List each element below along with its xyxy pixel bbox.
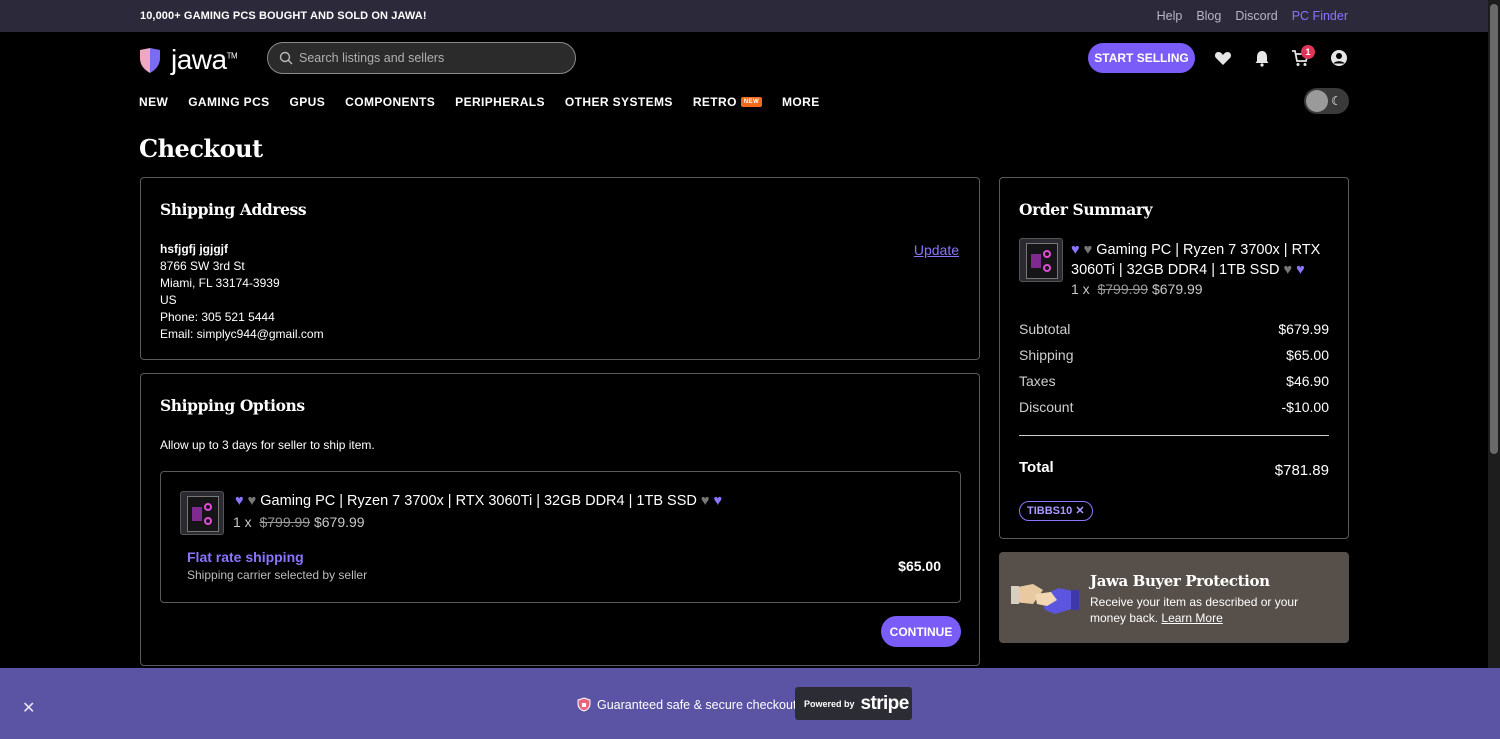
address-street: 8766 SW 3rd St bbox=[160, 259, 245, 273]
total-row: Total $781.89 bbox=[1019, 459, 1329, 479]
page-title: Checkout bbox=[139, 134, 263, 163]
jawa-logo[interactable]: jawaTM bbox=[139, 44, 238, 76]
logo-wordmark: jawaTM bbox=[171, 44, 238, 75]
shipping-address-title: Shipping Address bbox=[160, 200, 307, 219]
pc-finder-link[interactable]: PC Finder bbox=[1292, 9, 1348, 23]
shipping-method-subtitle: Shipping carrier selected by seller bbox=[187, 568, 368, 582]
bell-icon[interactable] bbox=[1253, 49, 1271, 67]
promo-text: 10,000+ GAMING PCS BOUGHT AND SOLD ON JA… bbox=[140, 10, 427, 22]
buyer-protection-text: Receive your item as described or your m… bbox=[1090, 595, 1299, 625]
shield-logo-icon bbox=[140, 47, 160, 73]
start-selling-button[interactable]: START SELLING bbox=[1088, 43, 1195, 73]
shipping-options-card: Shipping Options Allow up to 3 days for … bbox=[140, 373, 980, 666]
buyer-protection-title: Jawa Buyer Protection bbox=[1090, 572, 1270, 590]
purple-heart-icon: ♥ bbox=[1071, 242, 1080, 258]
secure-checkout: Guaranteed safe & secure checkout bbox=[577, 697, 796, 712]
purple-heart-icon: ♥ bbox=[713, 493, 723, 509]
gray-heart-icon: ♥ bbox=[1283, 262, 1293, 278]
order-summary-title: Order Summary bbox=[1019, 200, 1153, 219]
taxes-row: Taxes $46.90 bbox=[1019, 373, 1329, 389]
shipping-row: Shipping $65.00 bbox=[1019, 347, 1329, 363]
coupon-chip[interactable]: TIBBS10 ✕ bbox=[1019, 501, 1093, 521]
gray-heart-icon: ♥ bbox=[1083, 242, 1093, 258]
subtotal-row: Subtotal $679.99 bbox=[1019, 321, 1329, 337]
cart-count-badge: 1 bbox=[1301, 45, 1315, 59]
nav-peripherals[interactable]: PERIPHERALS bbox=[455, 95, 545, 109]
gray-heart-icon: ♥ bbox=[247, 493, 257, 509]
retro-new-badge: NEW bbox=[740, 96, 763, 107]
nav-gaming-pcs[interactable]: GAMING PCS bbox=[188, 95, 269, 109]
gray-heart-icon: ♥ bbox=[700, 493, 710, 509]
search-bar[interactable] bbox=[267, 42, 576, 74]
scrollbar-thumb[interactable] bbox=[1490, 4, 1498, 454]
scrollbar[interactable] bbox=[1488, 0, 1500, 739]
shipping-options-title: Shipping Options bbox=[160, 396, 305, 415]
purple-heart-icon: ♥ bbox=[1296, 262, 1305, 278]
product-quantity-price: 1 x $799.99 $679.99 bbox=[233, 514, 365, 530]
nav-other-systems[interactable]: OTHER SYSTEMS bbox=[565, 95, 673, 109]
address-country: US bbox=[160, 293, 177, 307]
search-icon bbox=[279, 51, 293, 65]
secure-checkout-text: Guaranteed safe & secure checkout bbox=[597, 697, 797, 712]
nav-new[interactable]: NEW bbox=[139, 95, 168, 109]
nav-retro[interactable]: RETRO NEW bbox=[693, 95, 763, 109]
shipping-method-price: $65.00 bbox=[898, 558, 941, 574]
purple-heart-icon: ♥ bbox=[235, 493, 244, 509]
address-name: hsfjgfj jgjgjf bbox=[160, 242, 228, 256]
main-nav: NEW GAMING PCS GPUS COMPONENTS PERIPHERA… bbox=[139, 95, 820, 109]
shipping-address-card: Shipping Address hsfjgfj jgjgjf 8766 SW … bbox=[140, 177, 980, 360]
product-thumbnail bbox=[180, 491, 224, 535]
powered-by-stripe-badge: Powered by stripe bbox=[795, 687, 912, 720]
address-phone: Phone: 305 521 5444 bbox=[160, 310, 275, 324]
remove-coupon-icon[interactable]: ✕ bbox=[1075, 505, 1084, 517]
shield-icon bbox=[577, 697, 591, 712]
nav-more[interactable]: MORE bbox=[782, 95, 820, 109]
secure-checkout-banner: ✕ Guaranteed safe & secure checkout Powe… bbox=[0, 668, 1500, 739]
product-title: ♥ ♥ Gaming PC | Ryzen 7 3700x | RTX 3060… bbox=[235, 493, 723, 509]
summary-product-title: ♥ ♥ Gaming PC | Ryzen 7 3700x | RTX 3060… bbox=[1071, 242, 1321, 278]
shipping-method-name: Flat rate shipping bbox=[187, 549, 304, 565]
shipping-option-item[interactable]: ♥ ♥ Gaming PC | Ryzen 7 3700x | RTX 3060… bbox=[160, 471, 961, 603]
nav-components[interactable]: COMPONENTS bbox=[345, 95, 435, 109]
address-email: Email: simplyc944@gmail.com bbox=[160, 327, 324, 341]
shipping-note: Allow up to 3 days for seller to ship it… bbox=[160, 438, 375, 452]
update-address-link[interactable]: Update bbox=[914, 242, 959, 258]
moon-icon: ☾ bbox=[1331, 94, 1342, 108]
help-link[interactable]: Help bbox=[1157, 9, 1183, 23]
handshake-icon bbox=[1011, 584, 1079, 614]
summary-product-thumbnail bbox=[1019, 238, 1063, 282]
discord-link[interactable]: Discord bbox=[1235, 9, 1277, 23]
summary-quantity-price: 1 x $799.99 $679.99 bbox=[1071, 281, 1203, 297]
top-bar: 10,000+ GAMING PCS BOUGHT AND SOLD ON JA… bbox=[0, 0, 1488, 32]
blog-link[interactable]: Blog bbox=[1196, 9, 1221, 23]
address-lines: hsfjgfj jgjgjf 8766 SW 3rd St Miami, FL … bbox=[160, 241, 324, 343]
discount-row: Discount -$10.00 bbox=[1019, 399, 1329, 415]
close-icon[interactable]: ✕ bbox=[22, 698, 35, 718]
heart-icon[interactable] bbox=[1214, 49, 1232, 67]
search-input[interactable] bbox=[299, 51, 559, 65]
learn-more-link[interactable]: Learn More bbox=[1161, 611, 1222, 625]
dark-mode-toggle[interactable]: ☾ bbox=[1304, 88, 1349, 114]
address-city: Miami, FL 33174-3939 bbox=[160, 276, 280, 290]
account-icon[interactable] bbox=[1330, 49, 1348, 67]
order-summary-card: Order Summary ♥ ♥ Gaming PC | Ryzen 7 37… bbox=[999, 177, 1349, 539]
toggle-knob bbox=[1306, 90, 1328, 112]
top-links: Help Blog Discord PC Finder bbox=[1157, 9, 1348, 23]
nav-gpus[interactable]: GPUS bbox=[290, 95, 326, 109]
buyer-protection-card: Jawa Buyer Protection Receive your item … bbox=[999, 552, 1349, 643]
summary-divider bbox=[1019, 435, 1329, 436]
continue-button[interactable]: CONTINUE bbox=[881, 616, 961, 647]
